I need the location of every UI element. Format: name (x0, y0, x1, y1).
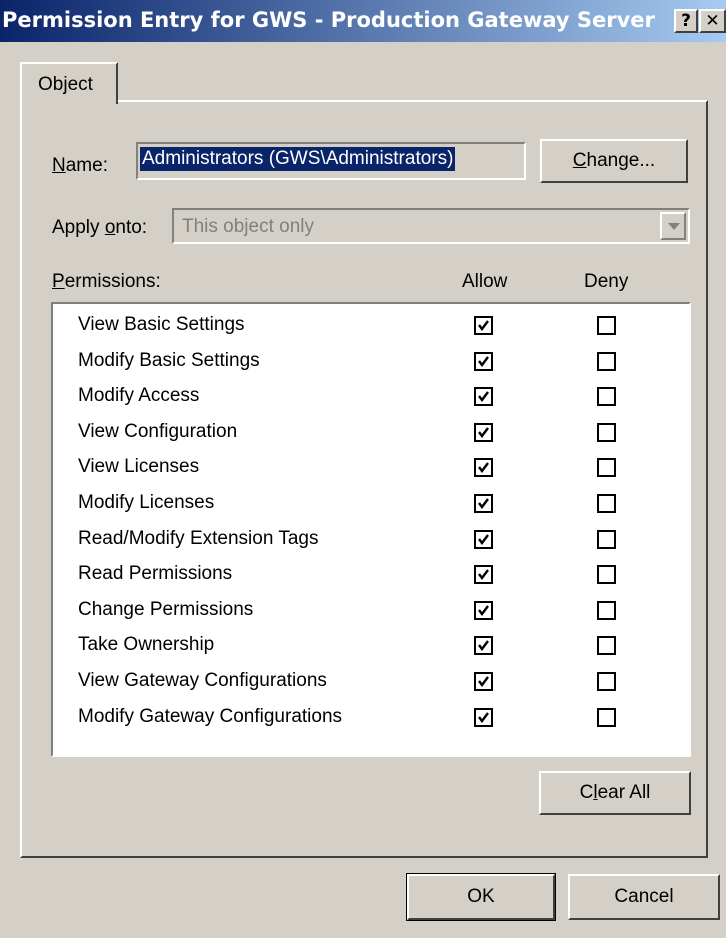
allow-checkbox[interactable] (474, 565, 493, 584)
chevron-down-icon[interactable] (660, 212, 686, 240)
apply-onto-label: Apply onto: (52, 217, 148, 238)
allow-checkbox[interactable] (474, 316, 493, 335)
apply-onto-dropdown[interactable]: This object only (172, 208, 690, 244)
permission-label: View Gateway Configurations (78, 670, 327, 691)
apply-onto-value: This object only (182, 216, 315, 237)
deny-checkbox[interactable] (597, 458, 616, 477)
permission-label: Modify Gateway Configurations (78, 706, 343, 727)
permission-row: Modify Gateway Configurations (78, 706, 678, 741)
deny-checkbox[interactable] (597, 636, 616, 655)
deny-checkbox[interactable] (597, 387, 616, 406)
clear-all-button[interactable]: Clear All (539, 771, 691, 815)
deny-checkbox[interactable] (597, 530, 616, 549)
permission-label: View Basic Settings (78, 314, 245, 335)
permission-row: View Licenses (78, 456, 678, 491)
permission-label: Take Ownership (78, 634, 215, 655)
deny-header: Deny (584, 271, 629, 292)
permission-row: View Configuration (78, 421, 678, 456)
allow-header: Allow (462, 271, 508, 292)
allow-checkbox[interactable] (474, 387, 493, 406)
permission-label: Change Permissions (78, 599, 254, 620)
deny-checkbox[interactable] (597, 494, 616, 513)
deny-checkbox[interactable] (597, 352, 616, 371)
permission-row: Modify Licenses (78, 492, 678, 527)
allow-checkbox[interactable] (474, 601, 493, 620)
close-icon: ✕ (705, 11, 720, 31)
permission-label: Modify Licenses (78, 492, 215, 513)
permission-row: Modify Access (78, 385, 678, 420)
change-button[interactable]: Change... (540, 139, 688, 183)
deny-checkbox[interactable] (597, 601, 616, 620)
close-button[interactable]: ✕ (699, 9, 726, 33)
name-label: Name: (52, 155, 108, 176)
allow-checkbox[interactable] (474, 423, 493, 442)
allow-checkbox[interactable] (474, 494, 493, 513)
cancel-button[interactable]: Cancel (568, 874, 720, 920)
permission-row: Take Ownership (78, 634, 678, 669)
allow-checkbox[interactable] (474, 458, 493, 477)
permission-label: Modify Access (78, 385, 200, 406)
allow-checkbox[interactable] (474, 672, 493, 691)
allow-checkbox[interactable] (474, 708, 493, 727)
permission-row: Read/Modify Extension Tags (78, 528, 678, 563)
permission-label: Read Permissions (78, 563, 233, 584)
deny-checkbox[interactable] (597, 708, 616, 727)
permission-label: View Configuration (78, 421, 238, 442)
permission-row: View Gateway Configurations (78, 670, 678, 705)
title-bar: Permission Entry for GWS - Production Ga… (0, 0, 726, 42)
permission-label: Read/Modify Extension Tags (78, 528, 319, 549)
permissions-label: Permissions: (52, 271, 161, 292)
permission-row: Change Permissions (78, 599, 678, 634)
deny-checkbox[interactable] (597, 316, 616, 335)
name-value: Administrators (GWS\Administrators) (140, 147, 456, 171)
window-title: Permission Entry for GWS - Production Ga… (2, 8, 655, 32)
ok-button[interactable]: OK (406, 873, 556, 921)
permission-label: Modify Basic Settings (78, 350, 260, 371)
tab-object[interactable]: Object (20, 62, 118, 104)
permission-row: View Basic Settings (78, 314, 678, 349)
deny-checkbox[interactable] (597, 672, 616, 691)
tab-object-label: Object (38, 74, 93, 95)
help-button[interactable]: ? (674, 9, 698, 33)
allow-checkbox[interactable] (474, 352, 493, 371)
allow-checkbox[interactable] (474, 636, 493, 655)
deny-checkbox[interactable] (597, 423, 616, 442)
name-field[interactable]: Administrators (GWS\Administrators) (136, 142, 526, 180)
deny-checkbox[interactable] (597, 565, 616, 584)
permission-label: View Licenses (78, 456, 200, 477)
permission-row: Modify Basic Settings (78, 350, 678, 385)
allow-checkbox[interactable] (474, 530, 493, 549)
permission-row: Read Permissions (78, 563, 678, 598)
